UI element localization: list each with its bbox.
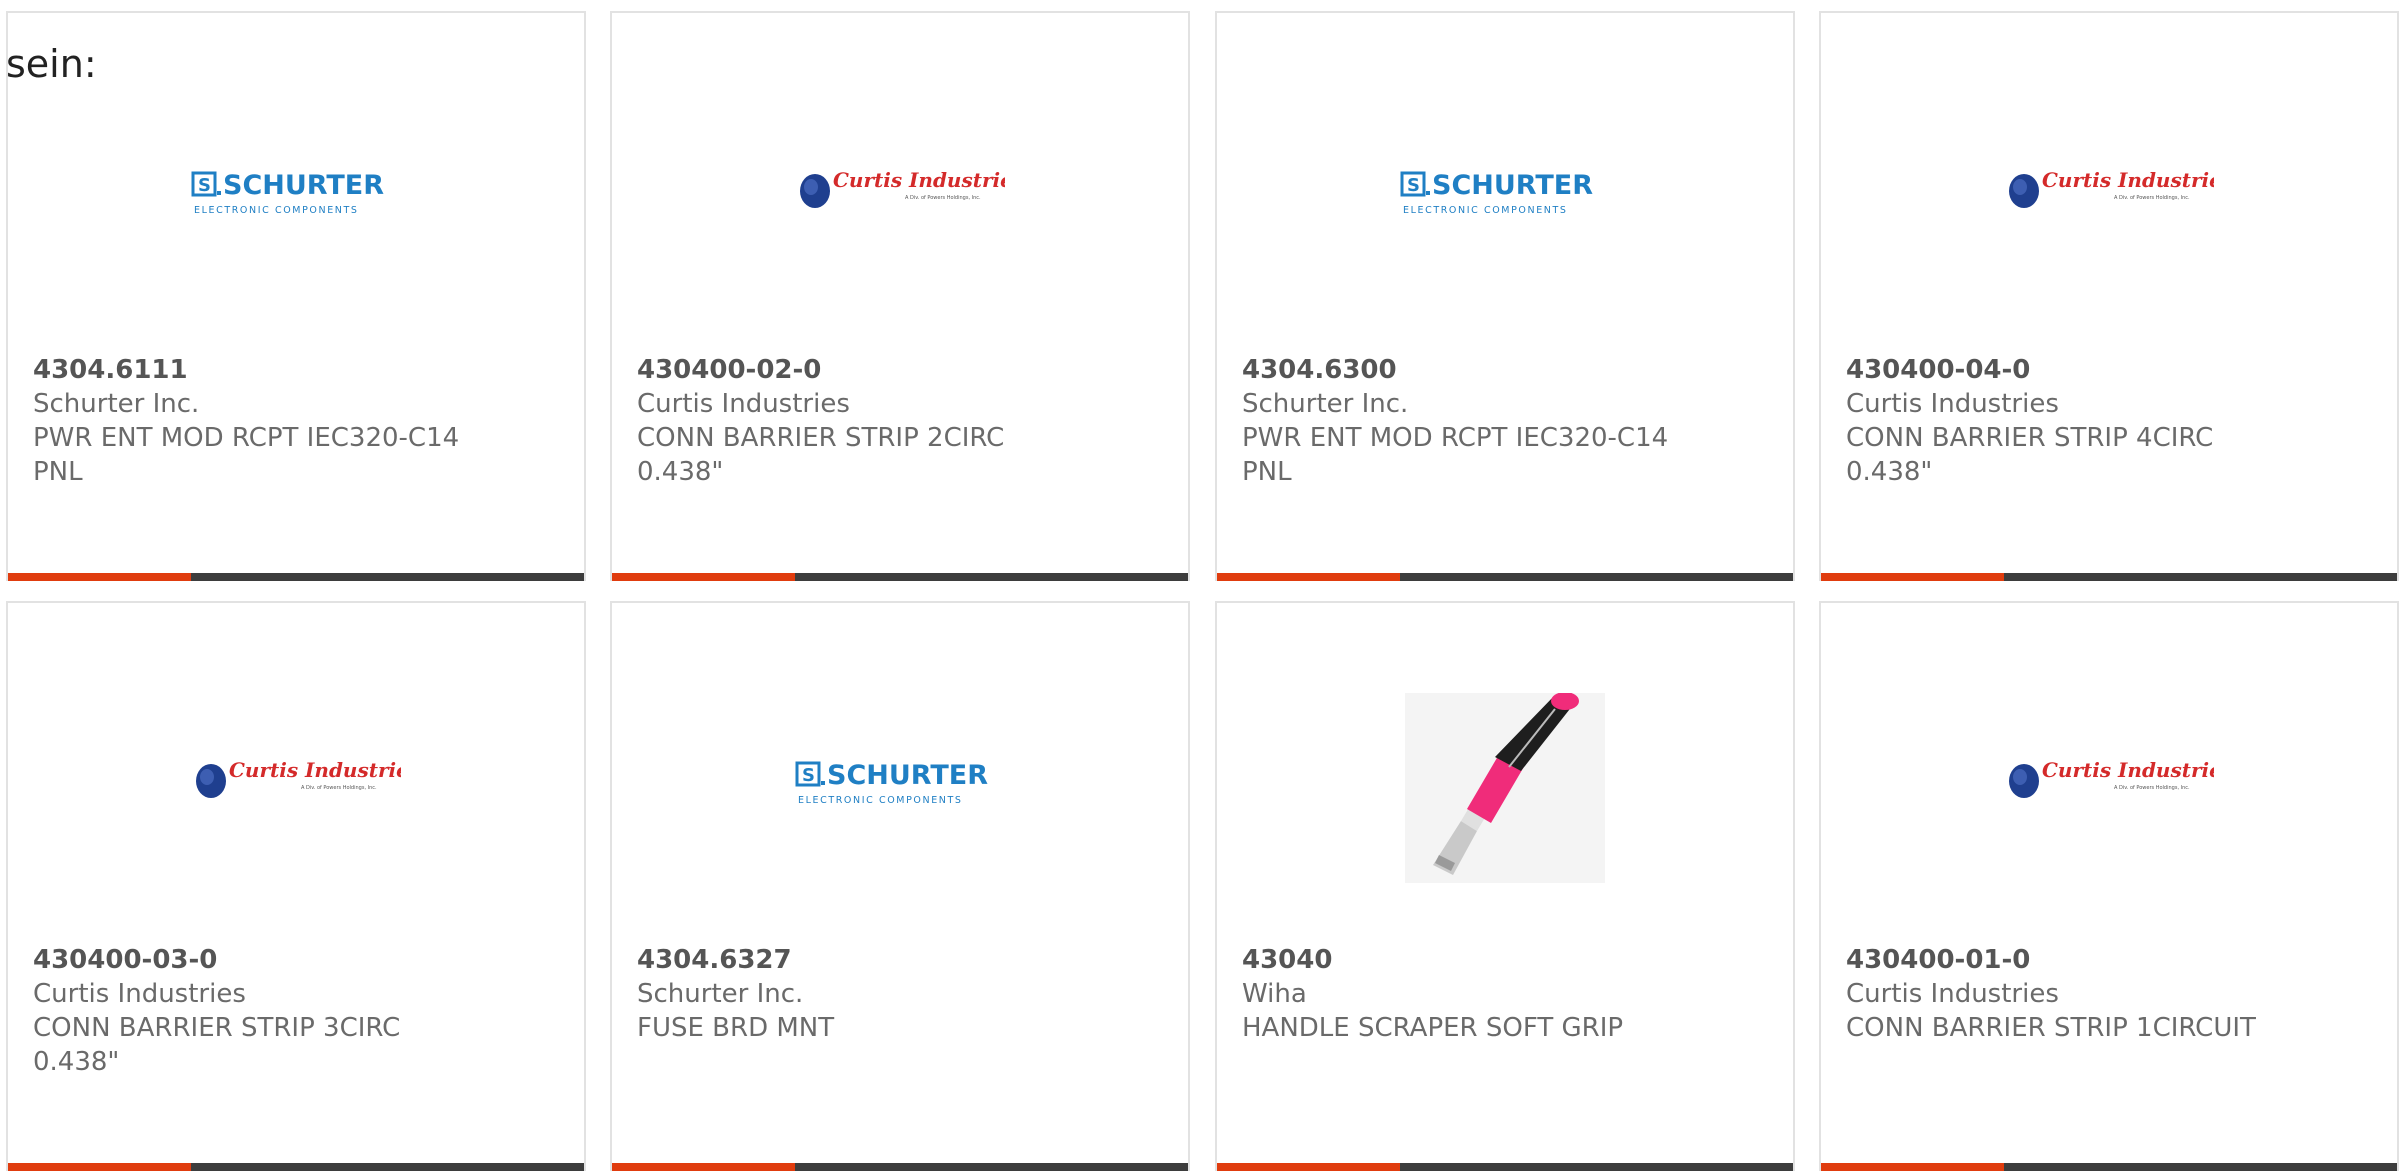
product-info: 430400-04-0 Curtis Industries CONN BARRI… — [1846, 353, 2377, 489]
part-number[interactable]: 430400-02-0 — [637, 353, 1168, 387]
manufacturer-name: Curtis Industries — [1846, 389, 2059, 419]
product-description: PWR ENT MOD RCPT IEC320-C14 PNL — [33, 423, 460, 487]
card-bottom-bar — [1217, 573, 1793, 581]
svg-text:SCHURTER: SCHURTER — [1432, 171, 1593, 201]
product-card[interactable]: Curtis Industries A Div. of Powers Holdi… — [610, 11, 1190, 581]
product-image-area: Curtis Industries A Div. of Powers Holdi… — [8, 713, 584, 963]
product-card[interactable]: S SCHURTER ELECTRONIC COMPONENTS 4304.61… — [6, 11, 586, 581]
part-number[interactable]: 43040 — [1242, 943, 1773, 977]
product-card[interactable]: Curtis Industries A Div. of Powers Holdi… — [6, 601, 586, 1171]
manufacturer-name: Schurter Inc. — [33, 389, 200, 419]
product-info: 4304.6327 Schurter Inc. FUSE BRD MNT — [637, 943, 1168, 1045]
svg-text:SCHURTER: SCHURTER — [223, 171, 384, 201]
card-bottom-bar — [1821, 573, 2397, 581]
schurter-logo: S SCHURTER ELECTRONIC COMPONENTS — [795, 761, 988, 806]
svg-text:SCHURTER: SCHURTER — [827, 761, 988, 791]
product-image-area: S SCHURTER ELECTRONIC COMPONENTS — [1217, 123, 1793, 373]
product-info: 4304.6111 Schurter Inc. PWR ENT MOD RCPT… — [33, 353, 564, 489]
curtis-logo: Curtis Industries A Div. of Powers Holdi… — [2009, 758, 2214, 798]
card-accent-bar — [612, 1163, 795, 1171]
product-card[interactable]: Curtis Industries A Div. of Powers Holdi… — [1819, 601, 2399, 1171]
product-description: CONN BARRIER STRIP 3CIRC 0.438" — [33, 1013, 401, 1077]
product-image-area: Curtis Industries A Div. of Powers Holdi… — [1821, 123, 2397, 373]
part-number[interactable]: 4304.6327 — [637, 943, 1168, 977]
product-card[interactable]: S SCHURTER ELECTRONIC COMPONENTS 4304.63… — [610, 601, 1190, 1171]
product-info: 430400-03-0 Curtis Industries CONN BARRI… — [33, 943, 564, 1079]
card-bottom-bar — [1821, 1163, 2397, 1171]
product-info: 430400-01-0 Curtis Industries CONN BARRI… — [1846, 943, 2377, 1045]
product-image-area: Curtis Industries A Div. of Powers Holdi… — [612, 123, 1188, 373]
card-accent-bar — [8, 1163, 191, 1171]
screwdriver-handle-image — [1405, 693, 1605, 883]
product-description: HANDLE SCRAPER SOFT GRIP — [1242, 1013, 1624, 1043]
part-number[interactable]: 430400-04-0 — [1846, 353, 2377, 387]
product-info: 430400-02-0 Curtis Industries CONN BARRI… — [637, 353, 1168, 489]
svg-text:S: S — [198, 175, 211, 196]
svg-text:Curtis Industries: Curtis Industries — [2042, 168, 2214, 192]
product-info: 4304.6300 Schurter Inc. PWR ENT MOD RCPT… — [1242, 353, 1773, 489]
product-info: 43040 Wiha HANDLE SCRAPER SOFT GRIP — [1242, 943, 1773, 1045]
manufacturer-name: Curtis Industries — [33, 979, 246, 1009]
card-bottom-bar — [612, 573, 1188, 581]
page-label: sein: — [6, 42, 97, 86]
svg-text:A Div. of Powers Holdings, Inc: A Div. of Powers Holdings, Inc. — [2114, 195, 2190, 201]
svg-text:ELECTRONIC COMPONENTS: ELECTRONIC COMPONENTS — [1403, 205, 1568, 216]
card-accent-bar — [1821, 1163, 2004, 1171]
card-bottom-bar — [8, 573, 584, 581]
product-image-area: S SCHURTER ELECTRONIC COMPONENTS — [612, 713, 1188, 963]
svg-text:Curtis Industries: Curtis Industries — [2042, 758, 2214, 782]
product-card[interactable]: S SCHURTER ELECTRONIC COMPONENTS 4304.63… — [1215, 11, 1795, 581]
card-accent-bar — [1217, 1163, 1400, 1171]
svg-text:ELECTRONIC COMPONENTS: ELECTRONIC COMPONENTS — [798, 795, 963, 806]
card-bottom-bar — [612, 1163, 1188, 1171]
manufacturer-name: Wiha — [1242, 979, 1307, 1009]
manufacturer-name: Schurter Inc. — [637, 979, 804, 1009]
card-bottom-bar — [8, 1163, 584, 1171]
product-card[interactable]: Curtis Industries A Div. of Powers Holdi… — [1819, 11, 2399, 581]
product-image-area: S SCHURTER ELECTRONIC COMPONENTS — [8, 123, 584, 373]
curtis-logo: Curtis Industries A Div. of Powers Holdi… — [2009, 168, 2214, 208]
product-description: CONN BARRIER STRIP 1CIRCUIT — [1846, 1013, 2256, 1043]
svg-text:S: S — [802, 765, 815, 786]
part-number[interactable]: 4304.6111 — [33, 353, 564, 387]
svg-text:A Div. of Powers Holdings, Inc: A Div. of Powers Holdings, Inc. — [905, 195, 981, 201]
svg-text:Curtis Industries: Curtis Industries — [229, 758, 401, 782]
card-accent-bar — [1217, 573, 1400, 581]
product-description: CONN BARRIER STRIP 4CIRC 0.438" — [1846, 423, 2214, 487]
product-card[interactable]: 43040 Wiha HANDLE SCRAPER SOFT GRIP — [1215, 601, 1795, 1171]
svg-text:A Div. of Powers Holdings, Inc: A Div. of Powers Holdings, Inc. — [301, 785, 377, 791]
product-description: FUSE BRD MNT — [637, 1013, 835, 1043]
card-accent-bar — [612, 573, 795, 581]
svg-text:A Div. of Powers Holdings, Inc: A Div. of Powers Holdings, Inc. — [2114, 785, 2190, 791]
curtis-logo: Curtis Industries A Div. of Powers Holdi… — [196, 758, 401, 798]
part-number[interactable]: 430400-01-0 — [1846, 943, 2377, 977]
part-number[interactable]: 4304.6300 — [1242, 353, 1773, 387]
product-description: CONN BARRIER STRIP 2CIRC 0.438" — [637, 423, 1005, 487]
curtis-logo: Curtis Industries A Div. of Powers Holdi… — [800, 168, 1005, 208]
card-accent-bar — [1821, 573, 2004, 581]
svg-text:Curtis Industries: Curtis Industries — [833, 168, 1005, 192]
card-bottom-bar — [1217, 1163, 1793, 1171]
svg-text:ELECTRONIC COMPONENTS: ELECTRONIC COMPONENTS — [194, 205, 359, 216]
product-image-area — [1217, 693, 1793, 943]
part-number[interactable]: 430400-03-0 — [33, 943, 564, 977]
manufacturer-name: Curtis Industries — [1846, 979, 2059, 1009]
card-accent-bar — [8, 573, 191, 581]
schurter-logo: S SCHURTER ELECTRONIC COMPONENTS — [191, 171, 384, 216]
svg-text:S: S — [1407, 175, 1420, 196]
product-image-area: Curtis Industries A Div. of Powers Holdi… — [1821, 713, 2397, 963]
manufacturer-name: Curtis Industries — [637, 389, 850, 419]
schurter-logo: S SCHURTER ELECTRONIC COMPONENTS — [1400, 171, 1593, 216]
product-grid: S SCHURTER ELECTRONIC COMPONENTS 4304.61… — [6, 11, 2400, 1171]
product-description: PWR ENT MOD RCPT IEC320-C14 PNL — [1242, 423, 1669, 487]
manufacturer-name: Schurter Inc. — [1242, 389, 1409, 419]
